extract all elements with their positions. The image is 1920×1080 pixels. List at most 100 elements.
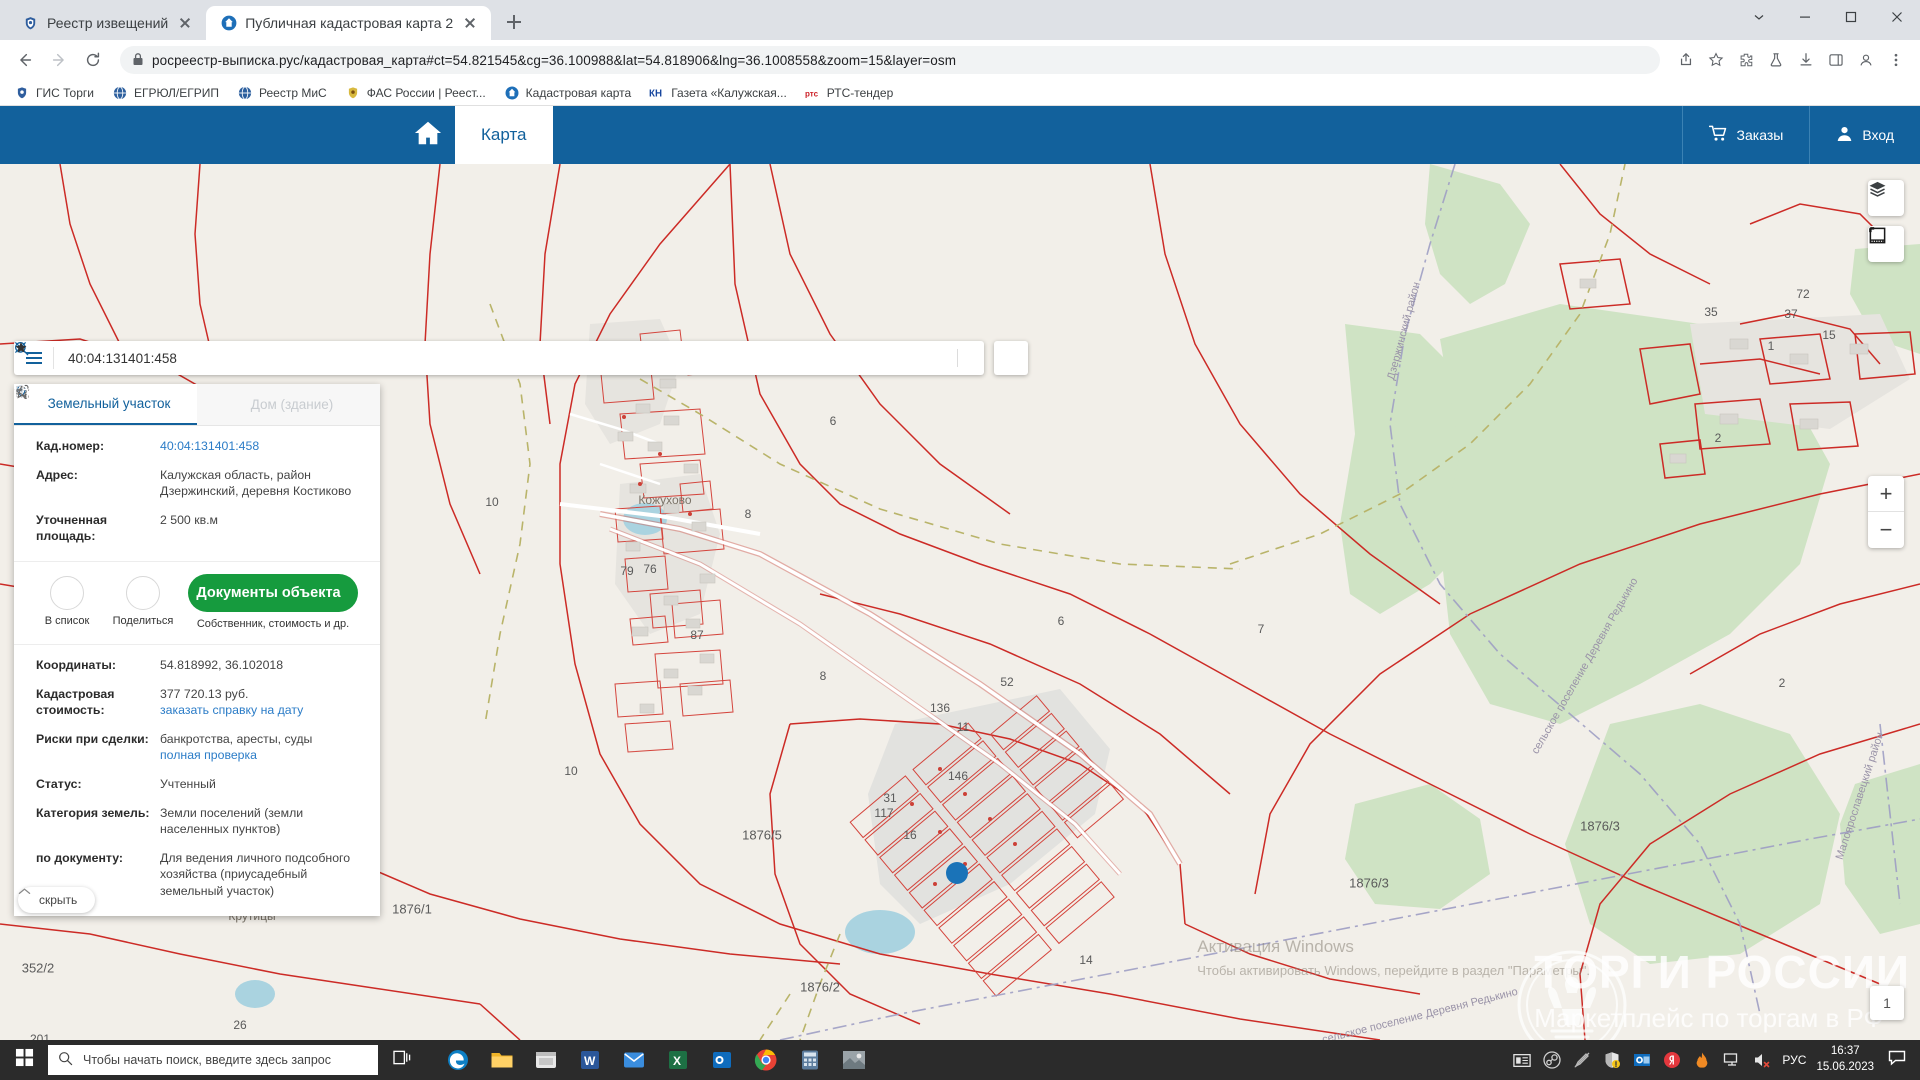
mail-icon[interactable]: [614, 1042, 654, 1078]
defender-icon[interactable]: [1602, 1050, 1622, 1070]
task-view-button[interactable]: [378, 1040, 426, 1080]
word-icon[interactable]: W: [570, 1042, 610, 1078]
field-value[interactable]: 40:04:131401:458: [160, 438, 358, 455]
bookmark-fas[interactable]: ФАС России | Реест...: [345, 85, 486, 101]
map-parcel-label: 11: [956, 720, 970, 734]
cadastral-map[interactable]: 6 2 10 8 Кожухово 35 37 15 1 72 79 76 87 6 7 2 8 10 52 136 1…: [0, 164, 1920, 1040]
add-to-list-button[interactable]: В список: [14, 384, 98, 627]
search-box[interactable]: 40:04:131401:458: [14, 341, 984, 375]
sidebar-icon[interactable]: [1822, 46, 1850, 74]
full-check-link[interactable]: полная проверка: [160, 747, 358, 764]
map-corner-badge[interactable]: 1: [1870, 986, 1904, 1020]
search-input[interactable]: 40:04:131401:458: [54, 351, 931, 366]
map-parcel-label: 52: [1000, 675, 1014, 689]
bookmark-rts[interactable]: ртс РТС-тендер: [805, 85, 893, 101]
browser-tab-1[interactable]: Публичная кадастровая карта 2: [206, 6, 492, 40]
flame-icon[interactable]: [1692, 1050, 1712, 1070]
map-road-label: сельское поселение Деревня Редькино: [1320, 985, 1520, 1040]
home-button[interactable]: [400, 106, 455, 164]
layers-button[interactable]: [1868, 180, 1904, 216]
login-label: Вход: [1862, 127, 1894, 143]
zoom-in-button[interactable]: +: [1868, 476, 1904, 512]
steam-icon[interactable]: [1542, 1050, 1562, 1070]
share-icon[interactable]: [1672, 46, 1700, 74]
calc-icon[interactable]: [790, 1042, 830, 1078]
network-icon[interactable]: [1722, 1050, 1742, 1070]
tab-map[interactable]: Карта: [455, 106, 553, 164]
extension-icon[interactable]: [1732, 46, 1760, 74]
chrome-icon[interactable]: [746, 1042, 786, 1078]
taskview-icon: [392, 1049, 412, 1071]
edge-icon[interactable]: [438, 1042, 478, 1078]
forward-button[interactable]: [44, 45, 74, 75]
share-button[interactable]: Поделиться: [15, 384, 174, 627]
favorite-button[interactable]: [15, 341, 1028, 375]
window-controls: [1736, 0, 1920, 40]
bookmark-egrul[interactable]: ЕГРЮЛ/ЕГРИП: [112, 85, 219, 101]
measure-button[interactable]: [1868, 226, 1904, 262]
back-button[interactable]: [10, 45, 40, 75]
language-indicator[interactable]: РУС: [1782, 1053, 1806, 1067]
window-minimize-icon[interactable]: [1782, 0, 1828, 34]
map-parcel-label: 26: [233, 1018, 247, 1032]
store-icon[interactable]: [526, 1042, 566, 1078]
window-restore-icon[interactable]: [1736, 0, 1782, 34]
close-icon[interactable]: [176, 14, 194, 32]
download-icon[interactable]: [1792, 46, 1820, 74]
tab-label: Дом (здание): [250, 397, 334, 412]
tab-label: Земельный участок: [47, 396, 171, 411]
news-icon[interactable]: [1512, 1050, 1532, 1070]
start-button[interactable]: [0, 1040, 48, 1080]
star-icon: [14, 384, 84, 611]
field-value: 2 500 кв.м: [160, 512, 218, 527]
search-icon: [58, 1051, 73, 1069]
map-parcel-label: Кожухово: [638, 493, 692, 507]
orders-button[interactable]: Заказы: [1681, 106, 1810, 164]
zoom-controls: + −: [1868, 476, 1904, 548]
pen-icon[interactable]: [1572, 1050, 1592, 1070]
bookmark-reestr-mis[interactable]: Реестр МиС: [237, 85, 327, 101]
login-button[interactable]: Вход: [1809, 106, 1920, 164]
taskbar-search[interactable]: Чтобы начать поиск, введите здесь запрос: [48, 1045, 378, 1075]
outlook-icon[interactable]: [702, 1042, 742, 1078]
window-maximize-icon[interactable]: [1828, 0, 1874, 34]
map-search-area: 40:04:131401:458: [14, 341, 1028, 375]
taskbar-clock[interactable]: 16:37 15.06.2023: [1816, 1044, 1874, 1075]
bookmark-kadastr[interactable]: Кадастровая карта: [504, 85, 632, 101]
reload-button[interactable]: [78, 45, 108, 75]
browser-tab-0[interactable]: Реестр извещений: [8, 6, 207, 40]
notification-button[interactable]: [1884, 1047, 1910, 1073]
svg-text:X: X: [673, 1054, 681, 1068]
user-icon: [1836, 125, 1853, 145]
window-close-icon[interactable]: [1874, 0, 1920, 34]
bookmark-label: ЕГРЮЛ/ЕГРИП: [133, 85, 220, 100]
bookmark-gazeta[interactable]: КН Газета «Калужская...: [649, 85, 787, 101]
card-tabs: Земельный участок Дом (здание): [14, 384, 380, 426]
hide-panel-button[interactable]: скрыть: [18, 887, 96, 913]
zoom-out-button[interactable]: −: [1868, 512, 1904, 548]
taskbar-apps: W X: [438, 1042, 874, 1078]
bookmark-label: Кадастровая карта: [525, 85, 632, 100]
bookmark-label: РТС-тендер: [826, 85, 894, 100]
volume-muted-icon[interactable]: [1752, 1050, 1772, 1070]
star-icon[interactable]: [1702, 46, 1730, 74]
tab-land-parcel[interactable]: Земельный участок: [14, 384, 197, 425]
bookmark-gis-torgi[interactable]: ГИС Торги: [14, 85, 94, 101]
profile-icon[interactable]: [1852, 46, 1880, 74]
excel-icon[interactable]: X: [658, 1042, 698, 1078]
order-certificate-link[interactable]: заказать справку на дату: [160, 702, 358, 719]
new-tab-button[interactable]: [499, 7, 529, 37]
address-bar[interactable]: росреестр-выписка.рус/кадастровая_карта#…: [120, 46, 1660, 74]
tab-building[interactable]: Дом (здание): [15, 384, 380, 425]
documents-button[interactable]: Документы объекта: [15, 384, 358, 612]
bookmark-label: Газета «Калужская...: [671, 85, 787, 100]
menu-icon[interactable]: [1882, 46, 1910, 74]
photo-icon[interactable]: [834, 1042, 874, 1078]
outlook-tray-icon[interactable]: [1632, 1050, 1652, 1070]
map-parcel-label: 7: [1257, 622, 1265, 636]
close-icon[interactable]: [461, 14, 479, 32]
flask-icon[interactable]: [1762, 46, 1790, 74]
yandex-icon[interactable]: [1662, 1050, 1682, 1070]
folder-icon[interactable]: [482, 1042, 522, 1078]
field-value-group: банкротства, аресты, суды полная проверк…: [160, 731, 358, 764]
